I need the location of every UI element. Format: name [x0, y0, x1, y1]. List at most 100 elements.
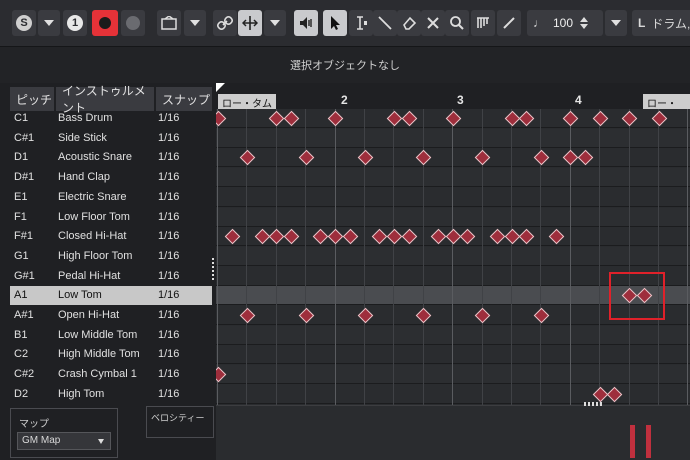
- quantize-field[interactable]: L ドラム,: [632, 10, 690, 36]
- drum-row[interactable]: D1 Acoustic Snare 1/16: [10, 148, 212, 167]
- drum-row[interactable]: C#2 Crash Cymbal 1 1/16: [10, 365, 212, 384]
- row-instrument: Low Floor Tom: [58, 210, 130, 223]
- velocity-bar[interactable]: [630, 425, 635, 458]
- step-input-button[interactable]: 1: [63, 10, 87, 36]
- auto-scroll-button[interactable]: [157, 10, 181, 36]
- row-snap: 1/16: [158, 112, 180, 124]
- monitor-icon: [126, 16, 140, 30]
- drum-map-panel: ピッチ インストゥルメント スナップ C1 Bass Drum 1/16 C#1 Sid…: [0, 83, 215, 460]
- map-select[interactable]: GM Map: [17, 432, 111, 450]
- drum-row[interactable]: C2 High Middle Tom 1/16: [10, 345, 212, 364]
- auto-scroll-dropdown[interactable]: [184, 10, 206, 36]
- row-snap: 1/16: [158, 348, 180, 361]
- chevron-down-icon: [44, 20, 54, 26]
- mute-tool[interactable]: [421, 10, 445, 36]
- drum-row[interactable]: B1 Low Middle Tom 1/16: [10, 326, 212, 345]
- row-pitch: G#1: [14, 269, 35, 282]
- zoom-value-field[interactable]: ♩ 100: [527, 10, 603, 36]
- solo-dropdown[interactable]: [38, 10, 60, 36]
- row-snap: 1/16: [158, 131, 180, 144]
- speaker-icon: [300, 17, 312, 29]
- drum-row[interactable]: E1 Electric Snare 1/16: [10, 188, 212, 207]
- row-snap: 1/16: [158, 249, 180, 262]
- drumstick-tool[interactable]: [471, 10, 495, 36]
- drum-row[interactable]: D2 High Tom 1/16: [10, 385, 212, 404]
- row-pitch: D1: [14, 151, 29, 164]
- x-mute-icon: [427, 17, 439, 29]
- drum-row[interactable]: G#1 Pedal Hi-Hat 1/16: [10, 267, 212, 286]
- link-icon: [217, 15, 233, 31]
- quantize-note-icon: ♩: [533, 16, 545, 30]
- row-pitch: E1: [14, 190, 28, 203]
- row-snap: 1/16: [158, 387, 180, 400]
- chevron-down-icon: [190, 20, 200, 26]
- chevron-down-icon: [98, 439, 104, 444]
- drum-row[interactable]: C#1 Side Stick 1/16: [10, 129, 212, 148]
- row-instrument: Electric Snare: [58, 190, 127, 203]
- locator-left[interactable]: ロー・タム: [218, 94, 276, 110]
- column-header-instrument[interactable]: インストゥルメント: [56, 84, 154, 115]
- line-tool[interactable]: [373, 10, 397, 36]
- drum-row[interactable]: A1 Low Tom 1/16: [10, 286, 212, 306]
- toolbar: S 1 ♩ 100 L ドラム,: [0, 0, 690, 47]
- row-pitch: D#1: [14, 171, 35, 184]
- row-instrument: Crash Cymbal 1: [58, 368, 137, 381]
- row-pitch: C2: [14, 348, 29, 361]
- locator-right[interactable]: ロー・タム: [643, 94, 690, 125]
- drum-row[interactable]: G1 High Floor Tom 1/16: [10, 247, 212, 266]
- quantize-L: L: [638, 16, 646, 30]
- row-snap: 1/16: [158, 151, 180, 164]
- drum-row[interactable]: F#1 Closed Hi-Hat 1/16: [10, 227, 212, 246]
- monitor-button[interactable]: [121, 10, 145, 36]
- range-select-tool[interactable]: [349, 10, 373, 36]
- velocity-lane-label[interactable]: ベロシティー: [146, 406, 214, 438]
- note-grid[interactable]: 2 3 4 ロー・タム ロー・タム: [216, 83, 690, 460]
- row-snap: 1/16: [158, 171, 180, 184]
- row-instrument: Low Middle Tom: [58, 328, 138, 341]
- link-button[interactable]: [213, 10, 237, 36]
- eraser-icon: [403, 16, 417, 30]
- erase-tool[interactable]: [397, 10, 421, 36]
- drum-row[interactable]: C1 Bass Drum 1/16: [10, 109, 212, 128]
- map-section: マップ GM Map: [10, 408, 118, 458]
- velocity-bar[interactable]: [646, 425, 651, 458]
- draw-tool[interactable]: [497, 10, 521, 36]
- object-select-tool[interactable]: [323, 10, 347, 36]
- row-instrument: High Middle Tom: [58, 348, 140, 361]
- column-header-snap[interactable]: スナップ: [156, 87, 212, 111]
- spin-arrows-icon[interactable]: [580, 17, 589, 29]
- snap-button[interactable]: [238, 10, 262, 36]
- solo-button[interactable]: S: [12, 10, 36, 36]
- quantize-value: ドラム,: [651, 16, 690, 31]
- row-instrument: Low Tom: [58, 289, 102, 302]
- drum-row[interactable]: F1 Low Floor Tom 1/16: [10, 208, 212, 227]
- velocity-controller-lane[interactable]: [216, 402, 690, 460]
- one-icon: 1: [67, 15, 83, 31]
- row-pitch: D2: [14, 387, 29, 400]
- panel-splitter[interactable]: [212, 258, 214, 282]
- selection-highlight-box: [609, 272, 665, 320]
- bar-number: 3: [457, 93, 464, 107]
- row-pitch: C#1: [14, 131, 35, 144]
- zoom-dropdown[interactable]: [605, 10, 627, 36]
- grid-line: [452, 109, 454, 434]
- grid-line: [217, 109, 218, 434]
- drum-row[interactable]: A#1 Open Hi-Hat 1/16: [10, 306, 212, 325]
- record-icon: [99, 17, 111, 29]
- zoom-tool[interactable]: [445, 10, 469, 36]
- ruler[interactable]: 2 3 4 ロー・タム ロー・タム: [216, 83, 690, 125]
- info-line-text: 選択オブジェクトなし: [290, 60, 400, 72]
- record-button[interactable]: [92, 10, 118, 36]
- row-snap: 1/16: [158, 368, 180, 381]
- acoustic-feedback-button[interactable]: [294, 10, 318, 36]
- row-instrument: Hand Clap: [58, 171, 110, 184]
- row-instrument: High Tom: [58, 387, 105, 400]
- solo-icon: S: [16, 15, 32, 31]
- column-header-pitch[interactable]: ピッチ: [10, 87, 54, 111]
- zoom-value: 100: [553, 16, 574, 30]
- drum-row[interactable]: D#1 Hand Clap 1/16: [10, 168, 212, 187]
- row-snap: 1/16: [158, 289, 180, 302]
- grid-line: [687, 109, 689, 434]
- snap-dropdown[interactable]: [264, 10, 286, 36]
- lane-resize-handle[interactable]: [584, 402, 604, 406]
